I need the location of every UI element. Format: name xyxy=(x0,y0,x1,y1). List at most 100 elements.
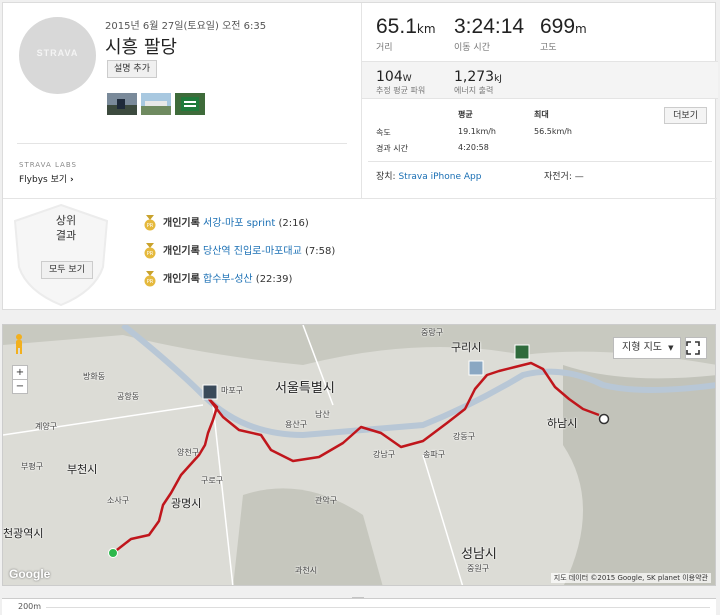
add-description-button[interactable]: 설명 추가 xyxy=(107,60,157,78)
top-results-line1: 상위 xyxy=(55,214,77,227)
pr-medal-icon: PR xyxy=(144,215,156,231)
map-label-seongnam: 성남시 xyxy=(461,547,497,562)
map-label-jungwon: 중원구 xyxy=(467,564,490,573)
elevation-unit: m xyxy=(575,22,587,36)
energy-unit: kJ xyxy=(494,74,502,84)
zoom-out-button[interactable]: − xyxy=(12,379,28,394)
achievement-kind: 개인기록 xyxy=(163,274,200,285)
map-label-bupyeong: 부평구 xyxy=(21,462,44,471)
elevation-stat: 699m 고도 xyxy=(540,15,587,53)
speed-max: 56.5km/h xyxy=(534,127,573,136)
svg-text:PR: PR xyxy=(147,279,154,285)
pr-medal-icon: PR xyxy=(144,243,156,259)
map-label-jungnang: 중랑구 xyxy=(421,328,444,337)
map-label-bangwha: 방화동 xyxy=(83,372,106,381)
power-value: 104 xyxy=(376,69,403,85)
top-results-heading: 상위 결과 xyxy=(31,213,101,243)
achievement-kind: 개인기록 xyxy=(163,246,200,257)
map-attribution[interactable]: 지도 데이터 ©2015 Google, SK planet 이용약관 xyxy=(550,573,711,583)
achievement-time: (7:58) xyxy=(304,246,336,257)
map-label-namsan: 남산 xyxy=(315,410,330,419)
photo-thumbnail[interactable] xyxy=(141,93,171,115)
caret-down-icon: ▼ xyxy=(668,344,674,352)
device-label: 장치: xyxy=(376,172,396,182)
avatar[interactable]: STRAVA xyxy=(19,17,96,94)
device-link[interactable]: Strava iPhone App xyxy=(398,172,481,182)
moving-time-value: 3:24:14 xyxy=(454,15,525,38)
start-marker xyxy=(108,548,118,558)
power-label: 추정 평균 파워 xyxy=(376,86,426,95)
map-label-hanam: 하남시 xyxy=(547,417,578,430)
map-label-guro: 구로구 xyxy=(201,476,224,485)
svg-text:PR: PR xyxy=(147,223,154,229)
stats-panel: 65.1km 거리 3:24:14 이동 시간 699m 고도 104W 추정 … xyxy=(361,3,718,198)
flybys-link[interactable]: Flybys 보기 › xyxy=(19,172,74,185)
divider xyxy=(368,161,712,162)
speed-avg: 19.1km/h xyxy=(458,127,497,136)
bike-value: — xyxy=(574,172,584,182)
map-label-yangcheon: 양천구 xyxy=(177,448,200,457)
segment-link[interactable]: 당산역 진입로-마포대교 xyxy=(203,246,302,257)
moving-time-label: 이동 시간 xyxy=(454,43,490,53)
avatar-logo: STRAVA xyxy=(36,48,79,58)
achievement-time: (2:16) xyxy=(278,218,309,229)
pegman-icon[interactable] xyxy=(11,333,27,355)
route-map[interactable]: 서울특별시 구리시 하남시 부천시 광명시 천광역시 성남시 과천시 마포구 용… xyxy=(2,324,716,586)
map-label-bucheon: 부천시 xyxy=(67,463,98,476)
energy-stat: 1,273kJ 에너지 출력 xyxy=(454,66,502,96)
map-type-label: 지형 지도 xyxy=(622,342,662,353)
elevation-chart[interactable]: 200m xyxy=(2,598,716,615)
elevation-gridline xyxy=(46,607,710,608)
power-unit: W xyxy=(402,74,412,84)
segment-link[interactable]: 서강-마포 sprint xyxy=(203,218,275,229)
map-label-gonghang: 공항동 xyxy=(117,392,140,401)
map-label-gyeyang: 계양구 xyxy=(35,422,58,431)
fullscreen-button[interactable] xyxy=(685,337,707,359)
map-label-gangnam: 강남구 xyxy=(373,450,396,459)
map-label-yongsan: 용산구 xyxy=(285,420,308,429)
speed-label: 속도 xyxy=(376,128,391,137)
activity-title[interactable]: 시흥 팔당 xyxy=(105,33,177,59)
strava-labs-label: STRAVA LABS xyxy=(19,161,77,169)
map-label-incheon: 천광역시 xyxy=(3,527,44,540)
elevation-axis-label: 200m xyxy=(18,602,42,611)
zoom-in-button[interactable]: + xyxy=(12,365,28,380)
map-label-guri: 구리시 xyxy=(451,341,482,354)
divider xyxy=(17,143,347,144)
photo-marker xyxy=(514,344,530,360)
photo-thumbnail[interactable] xyxy=(175,93,205,115)
divider xyxy=(3,198,717,199)
map-terrain xyxy=(3,325,715,585)
map-label-gangdong: 강동구 xyxy=(453,432,476,441)
more-button[interactable]: 더보기 xyxy=(664,107,707,124)
see-all-button[interactable]: 모두 보기 xyxy=(41,261,93,279)
achievement-item: PR 개인기록 당산역 진입로-마포대교 (7:58) xyxy=(143,243,335,259)
elapsed-avg: 4:20:58 xyxy=(458,143,489,152)
map-type-dropdown[interactable]: 지형 지도 ▼ xyxy=(613,337,681,359)
photo-thumbnail[interactable] xyxy=(107,93,137,115)
fullscreen-icon xyxy=(686,341,700,355)
achievement-kind: 개인기록 xyxy=(163,218,200,229)
elevation-value: 699 xyxy=(540,15,576,38)
col-max-header: 최대 xyxy=(534,110,549,119)
elapsed-label: 경과 시간 xyxy=(376,144,408,153)
photo-marker xyxy=(202,384,218,400)
achievement-item: PR 개인기록 서강-마포 sprint (2:16) xyxy=(143,215,309,231)
map-label-songpa: 송파구 xyxy=(423,450,446,459)
flybys-label: Flybys 보기 xyxy=(19,175,68,185)
map-label-sosa: 소사구 xyxy=(107,496,130,505)
activity-header: STRAVA 2015년 6월 27일(토요일) 오전 6:35 시흥 팔당 설… xyxy=(3,3,360,198)
bike-info: 자전거: — xyxy=(544,169,584,182)
segment-link[interactable]: 합수부-성산 xyxy=(203,274,253,285)
map-label-mapo: 마포구 xyxy=(221,386,244,395)
activity-datetime: 2015년 6월 27일(토요일) 오전 6:35 xyxy=(105,21,267,32)
power-stat: 104W 추정 평균 파워 xyxy=(376,66,425,96)
map-label-gwacheon: 과천시 xyxy=(295,566,318,575)
energy-value: 1,273 xyxy=(454,69,495,85)
moving-time-stat: 3:24:14 이동 시간 xyxy=(454,15,524,53)
pr-medal-icon: PR xyxy=(144,271,156,287)
resize-handle-icon[interactable] xyxy=(352,588,364,602)
distance-stat: 65.1km 거리 xyxy=(376,15,436,53)
power-strip: 104W 추정 평균 파워 1,273kJ 에너지 출력 xyxy=(362,61,718,99)
bike-label: 자전거: xyxy=(544,172,572,182)
